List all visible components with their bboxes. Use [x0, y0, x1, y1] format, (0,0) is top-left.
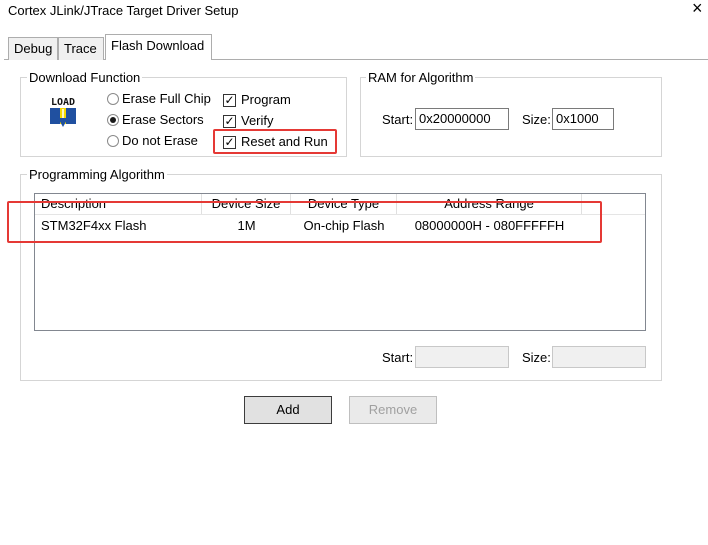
erase-sectors-radio[interactable]	[107, 114, 119, 126]
load-icon: LOAD	[50, 97, 76, 127]
reset-and-run-highlight	[213, 129, 337, 154]
erase-full-chip-label[interactable]: Erase Full Chip	[122, 91, 211, 106]
ram-for-algorithm-label: RAM for Algorithm	[366, 70, 476, 85]
tab-trace-label: Trace	[64, 41, 97, 56]
tab-debug[interactable]: Debug	[8, 37, 58, 60]
add-button[interactable]: Add	[244, 396, 332, 424]
ram-start-field[interactable]: 0x20000000	[415, 108, 509, 130]
close-icon[interactable]: ×	[692, 0, 703, 18]
programming-algorithm-label: Programming Algorithm	[27, 167, 167, 182]
algo-start-field[interactable]	[415, 346, 509, 368]
ram-size-label: Size:	[522, 112, 551, 127]
tab-debug-label: Debug	[14, 41, 53, 56]
remove-button[interactable]: Remove	[349, 396, 437, 424]
tab-flash-download[interactable]: Flash Download	[105, 34, 212, 60]
erase-sectors-label[interactable]: Erase Sectors	[122, 112, 204, 127]
verify-label[interactable]: Verify	[241, 113, 274, 128]
tab-trace[interactable]: Trace	[58, 37, 104, 60]
verify-checkbox[interactable]: ✓	[223, 115, 236, 128]
algorithm-row-highlight	[7, 201, 602, 243]
ram-size-field[interactable]: 0x1000	[552, 108, 614, 130]
program-checkbox[interactable]: ✓	[223, 94, 236, 107]
algo-start-label: Start:	[382, 350, 414, 365]
algo-size-label: Size:	[522, 350, 551, 365]
download-function-label: Download Function	[27, 70, 143, 85]
load-icon-text: LOAD	[51, 97, 75, 108]
do-not-erase-radio[interactable]	[107, 135, 119, 147]
algo-size-field[interactable]	[552, 346, 646, 368]
do-not-erase-label[interactable]: Do not Erase	[122, 133, 198, 148]
ram-start-label: Start:	[382, 112, 414, 127]
erase-full-chip-radio[interactable]	[107, 93, 119, 105]
window-title: Cortex JLink/JTrace Target Driver Setup	[8, 3, 239, 18]
program-label[interactable]: Program	[241, 92, 291, 107]
tab-flash-download-label: Flash Download	[111, 38, 205, 53]
